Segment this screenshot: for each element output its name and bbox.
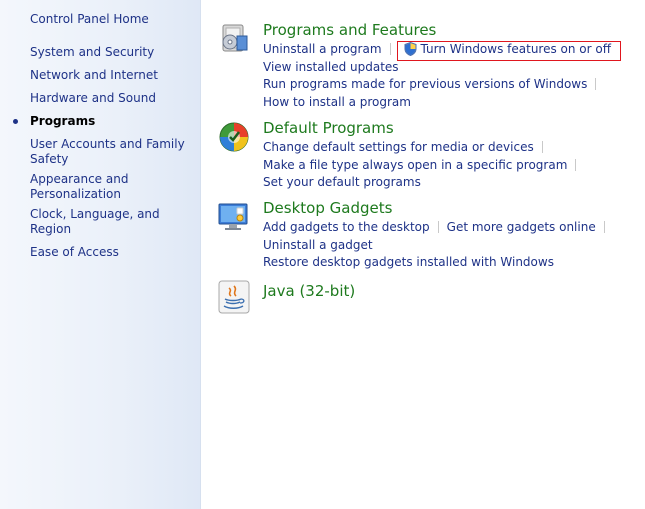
nav-user-accounts-line1: User Accounts and Family [30,137,185,151]
nav-network-and-internet[interactable]: Network and Internet [30,68,195,83]
separator [389,43,391,55]
desktop-gadgets-icon[interactable] [217,200,251,234]
desktop-gadgets-body: Desktop Gadgets Add gadgets to the deskt… [263,199,643,272]
set-default-programs-link[interactable]: Set your default programs [263,175,421,189]
programs-features-body: Programs and Features Uninstall a progra… [263,21,643,112]
programs-features-icon[interactable] [217,22,251,56]
java-title[interactable]: Java (32-bit) [263,282,643,301]
separator [575,158,577,171]
get-more-gadgets-link[interactable]: Get more gadgets online [447,220,596,234]
view-installed-updates-link[interactable]: View installed updates [263,60,399,74]
programs-features-row3: Run programs made for previous versions … [263,76,643,94]
left-navigation-pane: Control Panel Home System and Security N… [0,0,201,509]
java-body: Java (32-bit) [263,280,643,301]
desktop-gadgets-row1: Add gadgets to the desktop Get more gadge… [263,219,643,237]
nav-system-and-security[interactable]: System and Security [30,45,195,60]
separator [437,221,439,233]
java-icon[interactable] [217,280,251,314]
main-content: Programs and Features Uninstall a progra… [201,0,645,509]
file-type-association-link[interactable]: Make a file type always open in a specif… [263,158,567,172]
default-programs-body: Default Programs Change default settings… [263,119,643,192]
turn-windows-features-label: Turn Windows features on or off [420,42,612,56]
uninstall-program-link[interactable]: Uninstall a program [263,42,382,56]
nav-ease-of-access[interactable]: Ease of Access [30,245,195,260]
default-programs-title[interactable]: Default Programs [263,119,643,138]
nav-clock-language-region[interactable]: Clock, Language, and Region [30,207,195,237]
desktop-gadgets-row3: Restore desktop gadgets installed with W… [263,254,643,272]
desktop-gadgets-title[interactable]: Desktop Gadgets [263,199,643,218]
default-programs-row1: Change default settings for media or dev… [263,139,643,157]
default-programs-row2: Make a file type always open in a specif… [263,157,643,175]
programs-features-title[interactable]: Programs and Features [263,21,643,40]
programs-features-row1: Uninstall a program Turn Windows features… [263,41,643,61]
nav-hardware-and-sound[interactable]: Hardware and Sound [30,91,195,106]
separator [595,78,597,90]
default-programs-icon[interactable] [217,120,251,154]
add-gadgets-link[interactable]: Add gadgets to the desktop [263,220,430,234]
nav-appearance-line1: Appearance and [30,172,129,186]
run-older-programs-link[interactable]: Run programs made for previous versions … [263,77,587,91]
turn-windows-features-link[interactable]: Turn Windows features on or off [396,41,622,61]
programs-features-row4: How to install a program [263,94,643,112]
restore-gadgets-link[interactable]: Restore desktop gadgets installed with W… [263,255,554,269]
uac-shield-icon [404,41,417,60]
how-to-install-link[interactable]: How to install a program [263,95,411,109]
change-default-settings-link[interactable]: Change default settings for media or dev… [263,140,534,154]
nav-control-panel-home[interactable]: Control Panel Home [30,12,195,27]
nav-user-accounts-family-safety[interactable]: User Accounts and Family Safety [30,137,195,167]
separator [541,141,543,153]
nav-list: Control Panel Home System and Security N… [13,12,195,260]
separator [603,221,605,233]
nav-appearance-personalization[interactable]: Appearance and Personalization [30,172,195,202]
desktop-gadgets-row2: Uninstall a gadget [263,237,643,255]
uninstall-gadget-link[interactable]: Uninstall a gadget [263,238,373,252]
programs-features-row2: View installed updates [263,59,643,77]
nav-user-accounts-line2: Safety [30,152,69,166]
default-programs-row3: Set your default programs [263,174,643,192]
nav-appearance-line2: Personalization [30,187,121,201]
nav-programs[interactable]: Programs [13,114,195,129]
